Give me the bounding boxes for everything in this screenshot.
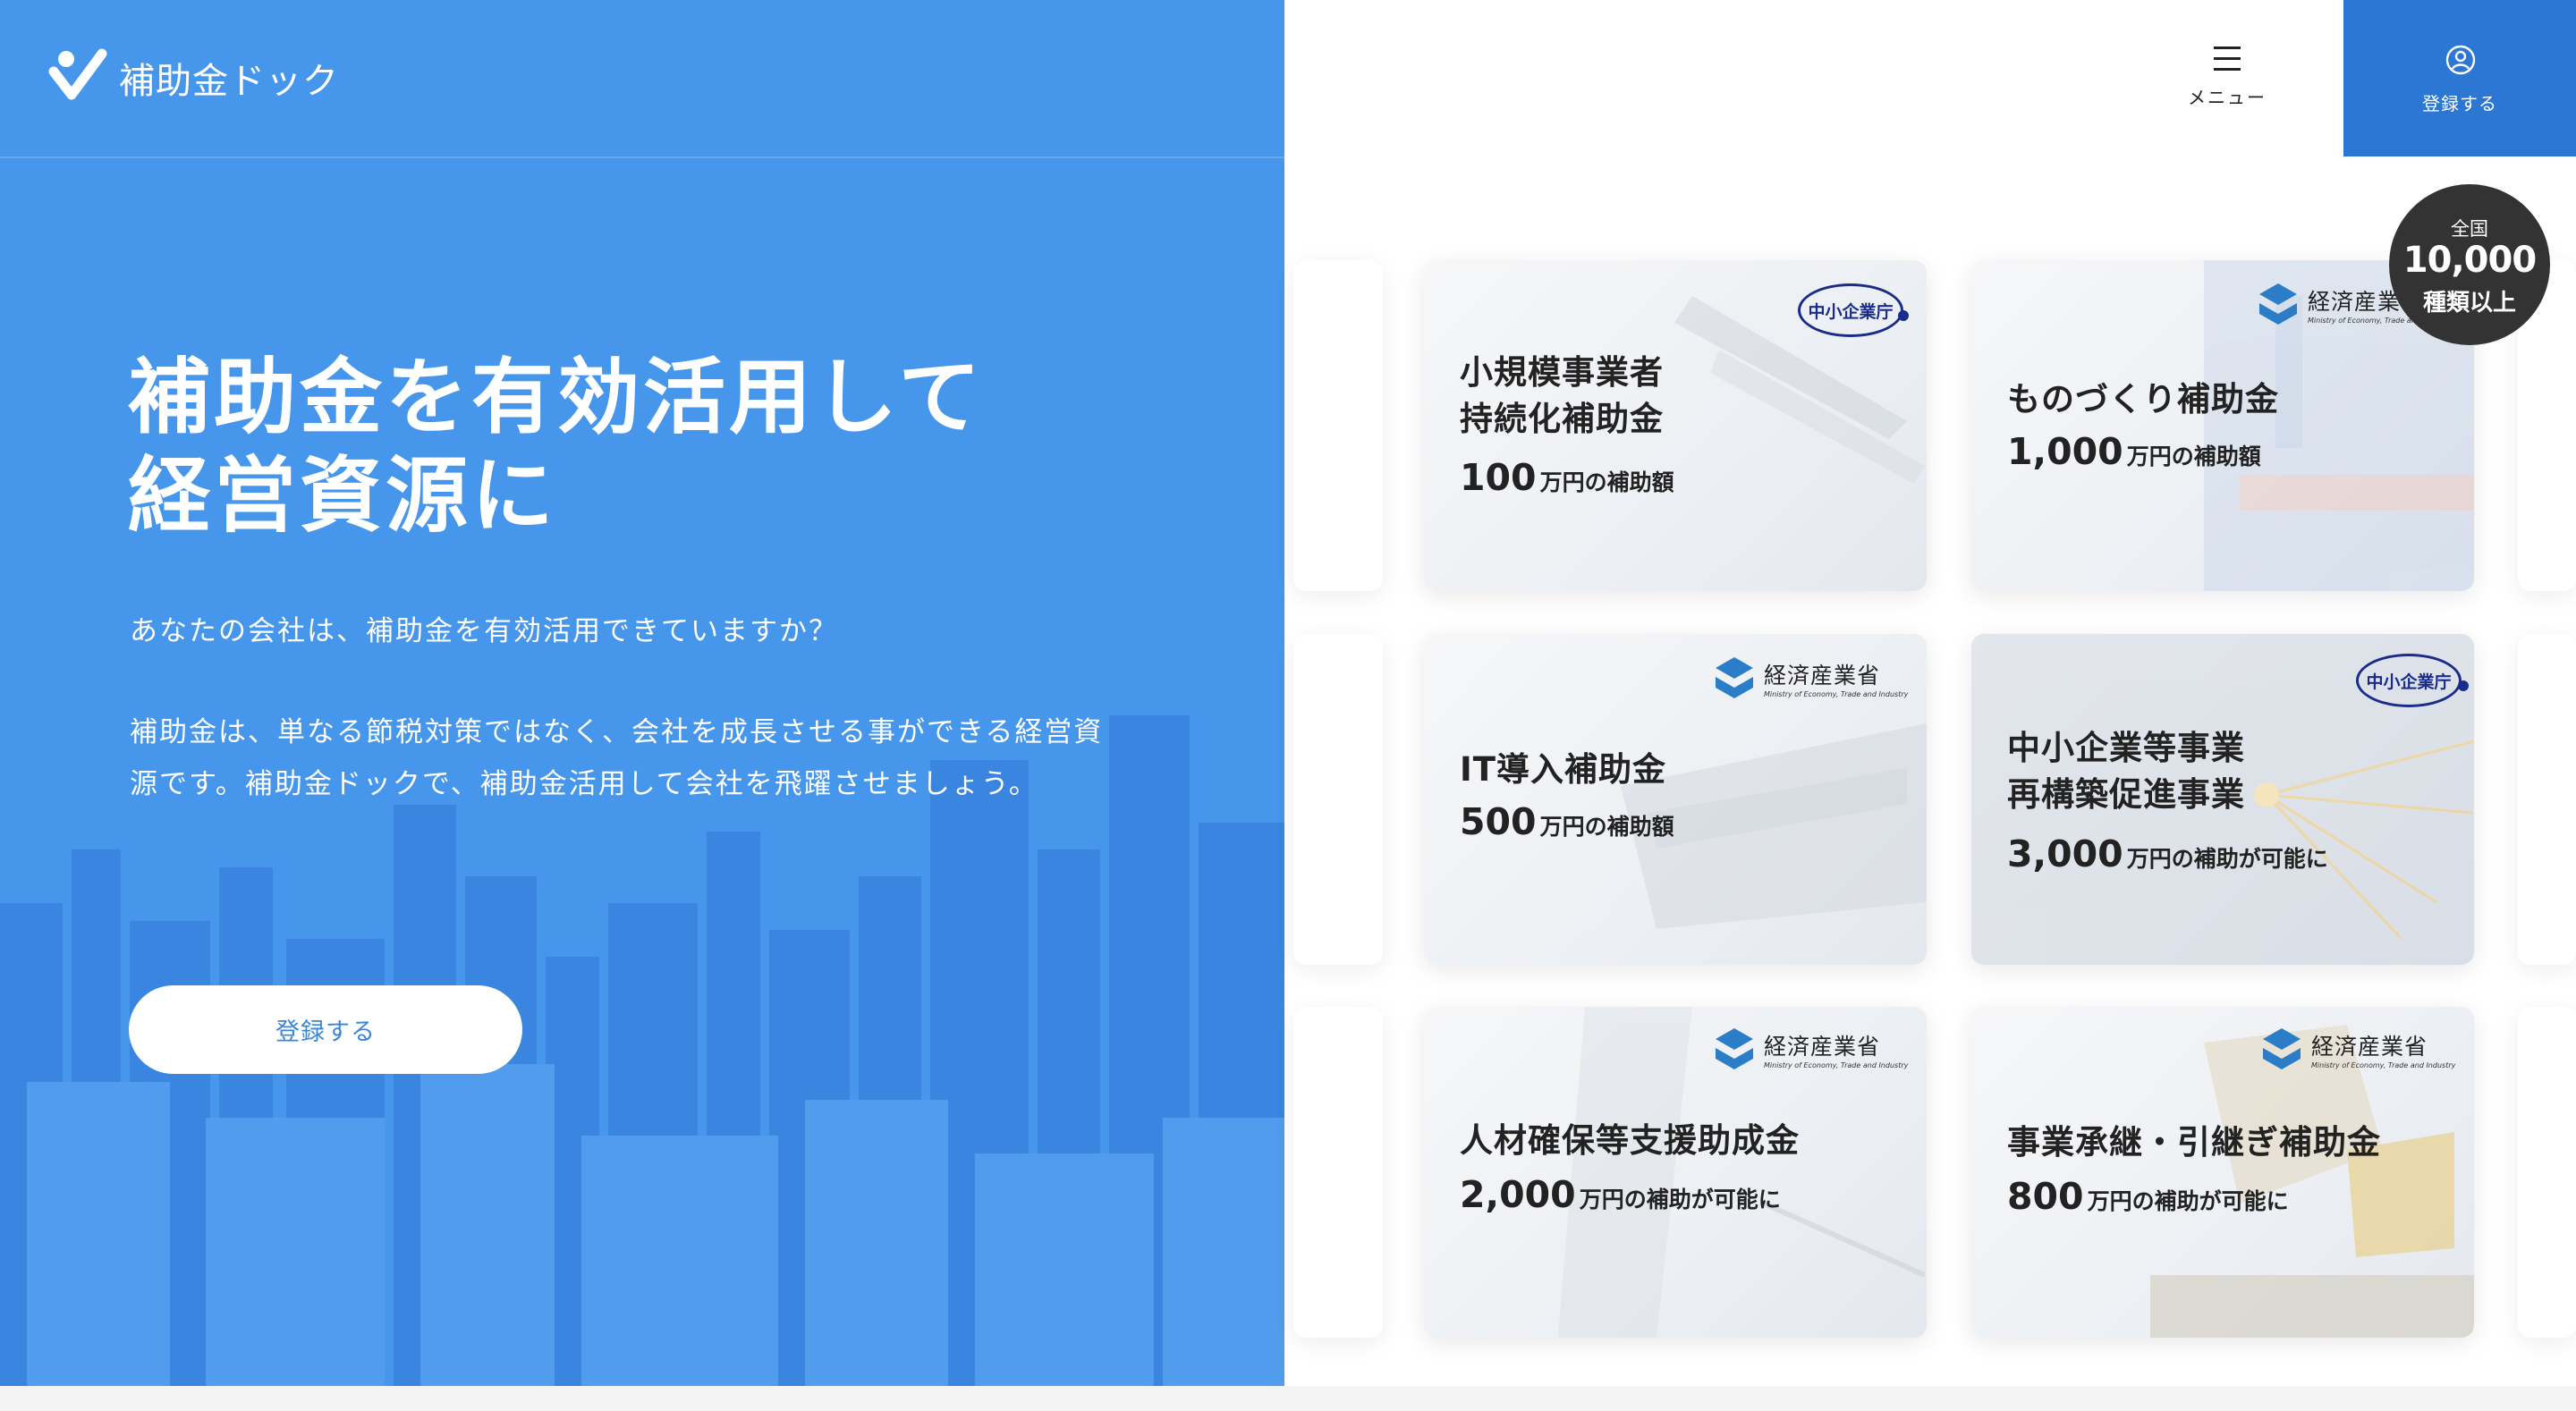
- hero-section: 補助金ドック 補助金を有効活用して 経営資源に あなたの会社は、補助金を有効活用…: [0, 0, 1284, 1386]
- card-amount: 1,000 万円の補助額: [2007, 430, 2261, 473]
- card-amount: 2,000 万円の補助が可能に: [1460, 1173, 1781, 1216]
- hamburger-icon: [2214, 46, 2241, 71]
- card-title: 人材確保等支援助成金: [1460, 1121, 1800, 1160]
- partial-card-left-1[interactable]: [1293, 260, 1383, 591]
- card-title: 事業承継・引継ぎ補助金: [2007, 1123, 2381, 1162]
- subsidy-card[interactable]: 経済産業省 Ministry of Economy, Trade and Ind…: [1971, 1007, 2474, 1338]
- subsidy-card[interactable]: 中小企業庁 小規模事業者 持続化補助金 100 万円の補助額: [1424, 260, 1927, 591]
- agency-logo-meti: 経済産業省 Ministry of Economy, Trade and Ind…: [1712, 1027, 1908, 1071]
- badge-count: 10,000: [2402, 240, 2537, 281]
- agency-logo-meti: 経済産業省 Ministry of Economy, Trade and Ind…: [2259, 1027, 2455, 1071]
- subsidy-count-badge: 全国 10,000 種類以上: [2389, 184, 2550, 345]
- meti-logo-icon: [2263, 1028, 2301, 1069]
- header-register-button[interactable]: 登録する: [2343, 0, 2576, 156]
- meti-logo-icon: [1716, 657, 1753, 698]
- partial-card-left-3[interactable]: [1293, 1007, 1383, 1338]
- card-title: 小規模事業者 持続化補助金: [1460, 353, 1664, 438]
- hero-description: 補助金は、単なる節税対策ではなく、会社を成長させる事ができる経営資 源です。補助…: [130, 706, 1149, 810]
- page-bottom-strip: [0, 1386, 2576, 1411]
- card-title: 中小企業等事業 再構築促進事業: [2007, 729, 2245, 814]
- logo-icon[interactable]: [48, 45, 113, 109]
- agency-logo-meti: 経済産業省 Ministry of Economy, Trade and Ind…: [1712, 655, 1908, 700]
- logo-text[interactable]: 補助金ドック: [119, 52, 339, 104]
- card-amount: 500 万円の補助額: [1460, 800, 1674, 843]
- hero-title-line1: 補助金を有効活用して: [128, 350, 985, 445]
- subsidy-card[interactable]: 経済産業省 Ministry of Economy, Trade and Ind…: [1424, 634, 1927, 965]
- card-title: ものづくり補助金: [2007, 380, 2279, 418]
- header-register-label: 登録する: [2422, 93, 2497, 114]
- badge-line3: 種類以上: [2422, 290, 2516, 317]
- card-amount: 100 万円の補助額: [1460, 456, 1674, 499]
- hero-desc-line2: 源です。補助金ドックで、補助金活用して会社を飛躍させましょう。: [130, 768, 1038, 800]
- agency-logo-chusho: 中小企業庁: [2356, 654, 2462, 707]
- partial-card-right-2[interactable]: [2518, 634, 2576, 965]
- partial-card-left-2[interactable]: [1293, 634, 1383, 965]
- hero-desc-line1: 補助金は、単なる節税対策ではなく、会社を成長させる事ができる経営資: [130, 716, 1104, 748]
- hero-title-line2: 経営資源に: [128, 448, 558, 544]
- hero-question: あなたの会社は、補助金を有効活用できていますか？: [130, 615, 838, 647]
- agency-logo-chusho: 中小企業庁: [1798, 283, 1903, 337]
- subsidy-card[interactable]: 中小企業庁 中小企業等事業 再構築促進事業 3,000 万円の補助が可能に: [1971, 634, 2474, 965]
- meti-logo-icon: [2259, 283, 2297, 325]
- card-title: IT導入補助金: [1460, 750, 1667, 789]
- meti-logo-icon: [1716, 1028, 1753, 1069]
- hero-register-button[interactable]: 登録する: [129, 985, 522, 1074]
- menu-button[interactable]: メニュー: [2174, 36, 2281, 125]
- badge-line1: 全国: [2451, 218, 2488, 240]
- menu-label: メニュー: [2188, 87, 2267, 108]
- partial-card-right-3[interactable]: [2518, 1007, 2576, 1338]
- site-header: 補助金ドック: [0, 0, 1284, 158]
- subsidy-card[interactable]: 経済産業省 Ministry of Economy, Trade and Ind…: [1424, 1007, 1927, 1338]
- user-circle-icon: [2445, 45, 2476, 75]
- hero-title: 補助金を有効活用して 経営資源に: [128, 349, 984, 545]
- card-amount: 800 万円の補助が可能に: [2007, 1175, 2289, 1218]
- card-amount: 3,000 万円の補助が可能に: [2007, 832, 2328, 875]
- city-skyline-image: [0, 715, 1284, 1386]
